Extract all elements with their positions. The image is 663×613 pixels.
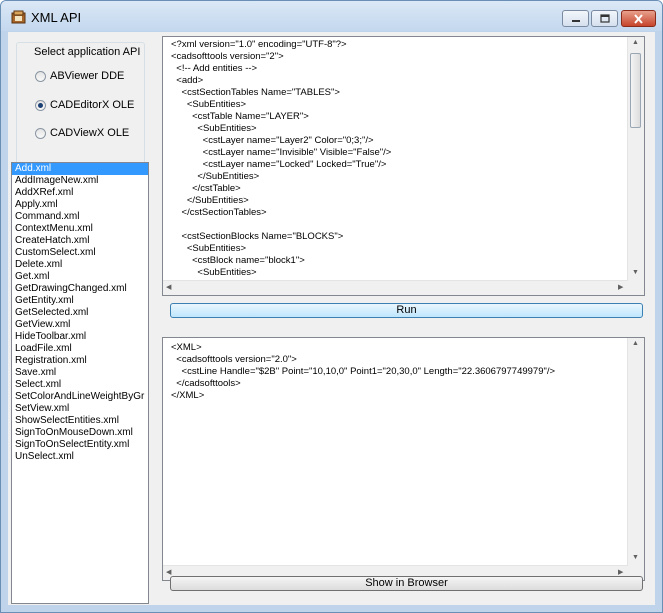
maximize-button[interactable] [591,10,618,27]
output-line: <cstLine Handle="$2B" Point="10,10,0" Po… [171,366,556,377]
code-line: <cstLayer name="Locked" Locked="True"/> [171,159,387,170]
code-line: </SubEntities> [171,195,249,206]
scroll-left-icon[interactable]: ◀ [166,283,171,291]
radio-label: CADViewX OLE [50,127,130,139]
editor-vertical-scrollbar[interactable]: ▲ ▼ [627,37,644,281]
list-item[interactable]: Add.xml [12,163,148,175]
code-line: <cstBlock name="block1"> [171,255,305,266]
radio-indicator[interactable] [35,127,46,139]
list-item[interactable]: HideToolbar.xml [12,331,148,343]
app-icon [11,10,26,24]
list-item[interactable]: SetView.xml [12,403,148,415]
code-line: <cstLayer name="Layer2" Color="0;3;"/> [171,135,374,146]
list-item[interactable]: SetColorAndLineWeightByGr [12,391,148,403]
xml-output-panel[interactable]: <XML> <cadsofttools version="2.0"> <cstL… [162,337,645,581]
radio-label: CADEditorX OLE [50,99,135,111]
code-line: <SubEntities> [171,99,246,110]
output-line: </XML> [171,390,205,401]
code-line: <cstLayer name="Invisible" Visible="Fals… [171,147,392,158]
code-line: <SubEntities> [171,267,257,278]
code-line: <SubEntities> [171,123,257,134]
radio-cadviewx-ole[interactable]: CADViewX OLE [35,127,129,139]
scroll-up-icon[interactable]: ▲ [632,39,639,46]
list-item[interactable]: Select.xml [12,379,148,391]
xml-input-editor[interactable]: <?xml version="1.0" encoding="UTF-8"?> <… [162,36,645,296]
list-item[interactable]: UnSelect.xml [12,451,148,463]
list-item[interactable]: SignToOnMouseDown.xml [12,427,148,439]
minimize-icon [571,19,580,22]
code-line: <?xml version="1.0" encoding="UTF-8"?> [171,39,347,50]
list-item[interactable]: Save.xml [12,367,148,379]
radio-cadeditorx-ole[interactable]: CADEditorX OLE [35,99,134,111]
code-line: </cstSectionTables> [171,207,267,218]
show-in-browser-button[interactable]: Show in Browser [170,576,643,591]
app-window: XML API Select application API ABViewer … [0,0,663,613]
list-item[interactable]: CreateHatch.xml [12,235,148,247]
list-item[interactable]: Command.xml [12,211,148,223]
scroll-left-icon[interactable]: ◀ [166,568,171,576]
code-line: <!-- Add entities --> [171,63,258,74]
code-line: </cstTable> [171,183,241,194]
radio-indicator[interactable] [35,99,46,111]
scroll-corner [628,281,644,295]
list-item[interactable]: Registration.xml [12,355,148,367]
output-line: <XML> [171,342,202,353]
code-line: <cstSectionBlocks Name="BLOCKS"> [171,231,344,242]
close-button[interactable] [621,10,656,27]
list-item[interactable]: Apply.xml [12,199,148,211]
code-line: <cstSectionTables Name="TABLES"> [171,87,340,98]
list-item[interactable]: AddImageNew.xml [12,175,148,187]
radio-indicator[interactable] [35,70,46,82]
list-item[interactable]: ContextMenu.xml [12,223,148,235]
editor-horizontal-scrollbar[interactable]: ◀ ▶ [163,280,628,295]
title-bar[interactable]: XML API [1,1,662,31]
maximize-icon [599,14,610,23]
list-item[interactable]: ShowSelectEntities.xml [12,415,148,427]
list-item[interactable]: GetEntity.xml [12,295,148,307]
minimize-button[interactable] [562,10,589,27]
scroll-down-icon[interactable]: ▼ [632,269,639,276]
list-item[interactable]: Get.xml [12,271,148,283]
code-line: <cstTable Name="LAYER"> [171,111,309,122]
list-item[interactable]: AddXRef.xml [12,187,148,199]
scroll-down-icon[interactable]: ▼ [632,554,639,561]
scroll-right-icon[interactable]: ▶ [618,283,623,291]
code-line: <SubEntities> [171,243,246,254]
list-item[interactable]: LoadFile.xml [12,343,148,355]
list-item[interactable]: GetDrawingChanged.xml [12,283,148,295]
radio-label: ABViewer DDE [50,70,125,82]
client-area: Select application API ABViewer DDE CADE… [8,32,655,605]
output-line: </cadsofttools> [171,378,241,389]
output-line: <cadsofttools version="2.0"> [171,354,297,365]
code-line: </SubEntities> [171,171,260,182]
xml-file-list[interactable]: Add.xml AddImageNew.xml AddXRef.xml Appl… [11,162,149,604]
scroll-up-icon[interactable]: ▲ [632,340,639,347]
run-button[interactable]: Run [170,303,643,318]
list-item[interactable]: GetSelected.xml [12,307,148,319]
scroll-thumb[interactable] [630,53,641,128]
list-item[interactable]: Delete.xml [12,259,148,271]
api-group-title: Select application API [31,46,144,58]
output-vertical-scrollbar[interactable]: ▲ ▼ [627,338,644,566]
list-item[interactable]: GetView.xml [12,319,148,331]
window-title: XML API [31,10,82,25]
code-line: <add> [171,75,204,86]
list-item[interactable]: CustomSelect.xml [12,247,148,259]
code-line: <cadsofttools version="2"> [171,51,284,62]
scroll-right-icon[interactable]: ▶ [618,568,623,576]
list-item[interactable]: SignToOnSelectEntity.xml [12,439,148,451]
close-icon [634,13,643,24]
radio-abviewer-dde[interactable]: ABViewer DDE [35,70,124,82]
